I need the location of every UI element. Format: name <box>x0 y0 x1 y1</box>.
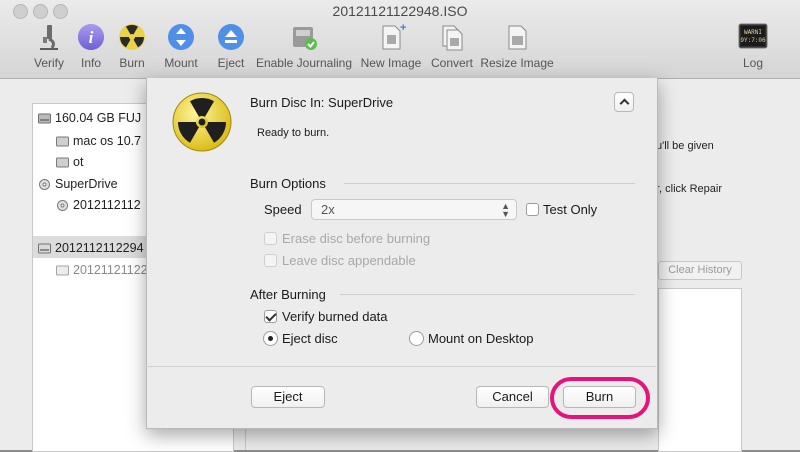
volume-icon <box>56 136 69 146</box>
convert-icon <box>442 25 463 51</box>
toolbar-convert[interactable]: Convert <box>429 22 475 70</box>
toolbar-label: Burn <box>119 56 145 70</box>
mount-on-desktop-label: Mount on Desktop <box>428 331 534 346</box>
toolbar-label: Mount <box>164 56 198 70</box>
chevron-updown-icon: ▲ ▼ <box>501 201 510 219</box>
toolbar-label: Eject <box>217 56 245 70</box>
sidebar-item-disk-image-volume[interactable]: 20121121122 <box>56 263 148 277</box>
clear-history-button[interactable]: Clear History <box>658 261 742 280</box>
svg-text:WARNI: WARNI <box>744 29 762 36</box>
sidebar-item-label: ot <box>73 155 84 169</box>
toolbar-label: Log <box>742 56 764 70</box>
collapse-disclosure-button[interactable] <box>614 92 634 112</box>
verify-burned-data-label: Verify burned data <box>282 309 388 324</box>
sidebar-item-label: SuperDrive <box>55 177 118 191</box>
section-divider <box>344 183 635 184</box>
history-list <box>658 288 742 452</box>
sidebar-item-label: 20121121122 <box>73 263 148 277</box>
sidebar-item-label: 2012112112 <box>73 198 141 212</box>
toolbar-eject[interactable]: Eject <box>214 22 248 70</box>
toolbar-label: Convert <box>430 56 474 70</box>
erase-disc-checkbox[interactable] <box>264 232 277 245</box>
toolbar-new-image[interactable]: + New Image <box>360 22 422 70</box>
eject-icon <box>218 24 244 50</box>
burn-disc-drive: SuperDrive <box>328 95 394 110</box>
sidebar-item-disk-image[interactable]: 2012112112294 <box>38 241 144 255</box>
window-title: 20121121122948.ISO <box>332 3 468 19</box>
disk-utility-window: 20121121122948.ISO Verify i Info Burn Mo… <box>0 0 800 452</box>
section-divider <box>340 294 635 295</box>
burn-options-header: Burn Options <box>250 176 326 191</box>
disc-icon <box>57 199 68 211</box>
svg-text:i: i <box>89 28 94 47</box>
test-only-checkbox[interactable] <box>526 203 539 216</box>
sidebar-item-label: 160.04 GB FUJ <box>55 111 142 125</box>
erase-disc-label: Erase disc before burning <box>282 231 431 246</box>
burn-button-highlight <box>550 377 650 419</box>
burn-disc-title-prefix: Burn Disc In: <box>250 95 325 110</box>
sidebar-item-label: 2012112112294 <box>55 241 144 255</box>
speed-select-value: 2x <box>321 202 335 217</box>
eject-disc-radio[interactable] <box>263 331 278 346</box>
sidebar-item-hard-disk[interactable]: 160.04 GB FUJ <box>38 111 141 125</box>
verify-burned-data-checkbox[interactable] <box>264 310 277 323</box>
sidebar-item-disc[interactable]: 2012112112 <box>56 198 141 212</box>
disk-check-icon <box>293 27 317 50</box>
mount-icon <box>168 24 194 50</box>
radiation-icon <box>172 92 232 152</box>
svg-text:+: + <box>400 22 406 34</box>
toolbar-burn[interactable]: Burn <box>115 22 149 70</box>
cancel-button[interactable]: Cancel <box>476 386 549 408</box>
toolbar-resize-image[interactable]: Resize Image <box>479 22 555 70</box>
test-only-label: Test Only <box>543 202 598 217</box>
mount-on-desktop-radio[interactable] <box>409 331 424 346</box>
volume-icon <box>56 157 69 167</box>
title-bar: 20121121122948.ISO Verify i Info Burn Mo… <box>0 0 800 79</box>
hard-disk-icon <box>38 113 51 123</box>
info-icon: i <box>78 24 104 50</box>
resize-image-icon <box>508 25 527 50</box>
toolbar-mount[interactable]: Mount <box>163 22 199 70</box>
toolbar-label: New Image <box>360 56 422 70</box>
sidebar-item-superdrive[interactable]: SuperDrive <box>38 177 118 191</box>
eject-button[interactable]: Eject <box>251 386 325 408</box>
sidebar-item-ot[interactable]: ot <box>56 155 83 169</box>
burn-status-text: Ready to burn. <box>257 127 330 139</box>
toolbar-label: Enable Journaling <box>255 56 353 70</box>
sidebar-item-label: mac os 10.7 <box>73 134 142 148</box>
toolbar-label: Resize Image <box>480 56 554 70</box>
eject-disc-label: Eject disc <box>282 331 338 346</box>
radiation-icon <box>119 24 145 50</box>
after-burning-header: After Burning <box>250 287 326 302</box>
optical-drive-icon <box>39 178 50 190</box>
svg-text:9Y:7:06: 9Y:7:06 <box>740 37 766 44</box>
disk-image-icon <box>56 265 69 275</box>
info-text-line: u'll be given <box>656 140 714 152</box>
info-text-line: r, click Repair <box>656 183 723 195</box>
leave-appendable-checkbox[interactable] <box>264 254 277 267</box>
toolbar-label: Info <box>80 56 101 70</box>
toolbar-label: Verify <box>33 56 64 70</box>
log-icon: WARNI 9Y:7:06 <box>738 23 768 49</box>
speed-select[interactable]: 2x ▲ ▼ <box>311 199 517 220</box>
toolbar-info[interactable]: i Info <box>76 22 106 70</box>
footer-divider <box>146 366 656 367</box>
toolbar-enable-journaling[interactable]: Enable Journaling <box>254 22 354 70</box>
sidebar-item-mac-os[interactable]: mac os 10.7 <box>56 134 141 148</box>
microscope-icon <box>40 25 58 50</box>
disk-image-icon <box>38 243 51 253</box>
leave-appendable-label: Leave disc appendable <box>282 253 416 268</box>
speed-label: Speed <box>264 202 302 217</box>
toolbar-verify[interactable]: Verify <box>32 22 66 70</box>
burn-disc-title: Burn Disc In: SuperDrive <box>250 95 393 110</box>
toolbar-log[interactable]: WARNI 9Y:7:06 Log <box>736 22 770 70</box>
new-image-icon: + <box>382 22 406 50</box>
